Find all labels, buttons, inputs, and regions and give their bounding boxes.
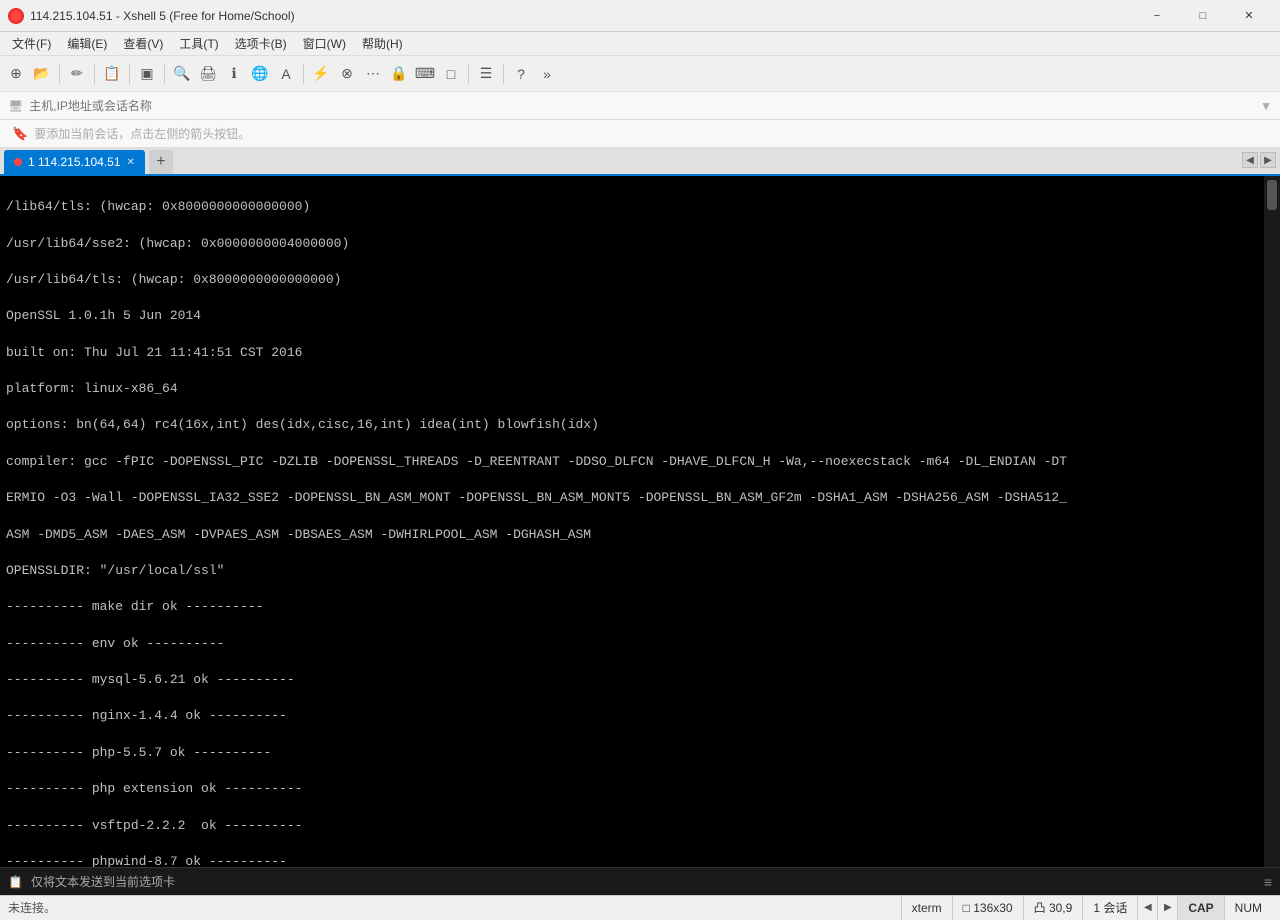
status-nav-left[interactable]: ◀ bbox=[1137, 896, 1157, 920]
sessions-button[interactable]: 📋 bbox=[100, 62, 124, 86]
close-button[interactable]: ✕ bbox=[1226, 0, 1272, 32]
menu-file[interactable]: 文件(F) bbox=[4, 33, 59, 54]
address-bar: 🖥 ▼ bbox=[0, 92, 1280, 120]
status-connection: 未连接。 bbox=[8, 899, 901, 916]
toolbar-divider-6 bbox=[468, 64, 469, 84]
input-bar: 📋 仅将文本发送到当前选项卡 ≡ bbox=[0, 867, 1280, 895]
status-position: 凸 30,9 bbox=[1023, 896, 1083, 920]
terminal-line: ERMIO -O3 -Wall -DOPENSSL_IA32_SSE2 -DOP… bbox=[6, 489, 1258, 507]
tab-nav-right[interactable]: ▶ bbox=[1260, 152, 1276, 168]
nav-button[interactable]: ☰ bbox=[474, 62, 498, 86]
tab-bar: 1 114.215.104.51 ✕ + ◀ ▶ bbox=[0, 148, 1280, 176]
terminal-line: ---------- make dir ok ---------- bbox=[6, 598, 1258, 616]
status-sessions: 1 会话 bbox=[1082, 896, 1137, 920]
terminal-line: OPENSSLDIR: "/usr/local/ssl" bbox=[6, 562, 1258, 580]
terminal-line: ---------- nginx-1.4.4 ok ---------- bbox=[6, 707, 1258, 725]
tab-status-dot bbox=[14, 158, 22, 166]
open-button[interactable]: 📂 bbox=[30, 62, 54, 86]
terminal-line: OpenSSL 1.0.1h 5 Jun 2014 bbox=[6, 307, 1258, 325]
tab-navigation: ◀ ▶ bbox=[1242, 152, 1276, 168]
status-cap: CAP bbox=[1177, 896, 1223, 920]
tab-nav-left[interactable]: ◀ bbox=[1242, 152, 1258, 168]
terminal-line: compiler: gcc -fPIC -DOPENSSL_PIC -DZLIB… bbox=[6, 453, 1258, 471]
print-button[interactable]: 🖨 bbox=[196, 62, 220, 86]
menu-tab[interactable]: 选项卡(B) bbox=[227, 33, 295, 54]
toolbar: ⊕ 📂 ✏ 📋 ▣ 🔍 🖨 ℹ 🌐 A ⚡ ⊗ ⋯ 🔒 ⌨ □ ☰ ? » bbox=[0, 56, 1280, 92]
tab-label: 1 114.215.104.51 bbox=[28, 155, 121, 169]
toolbar-divider-4 bbox=[164, 64, 165, 84]
terminal-line: ---------- vsftpd-2.2.2 ok ---------- bbox=[6, 817, 1258, 835]
menu-window[interactable]: 窗口(W) bbox=[295, 33, 354, 54]
menu-help[interactable]: 帮助(H) bbox=[354, 33, 411, 54]
active-tab[interactable]: 1 114.215.104.51 ✕ bbox=[4, 150, 145, 174]
lock-button[interactable]: 🔒 bbox=[387, 62, 411, 86]
more-button[interactable]: » bbox=[535, 62, 559, 86]
terminal-line: ASM -DMD5_ASM -DAES_ASM -DVPAES_ASM -DBS… bbox=[6, 526, 1258, 544]
status-nav-right[interactable]: ▶ bbox=[1157, 896, 1177, 920]
address-icon: 🖥 bbox=[8, 99, 23, 113]
terminal-line: options: bn(64,64) rc4(16x,int) des(idx,… bbox=[6, 416, 1258, 434]
status-num: NUM bbox=[1224, 896, 1272, 920]
address-input[interactable] bbox=[29, 99, 1254, 113]
status-terminal-type: xterm bbox=[901, 896, 952, 920]
toolbar-divider-5 bbox=[303, 64, 304, 84]
add-tab-button[interactable]: + bbox=[149, 150, 173, 174]
minimize-button[interactable]: − bbox=[1134, 0, 1180, 32]
font-button[interactable]: A bbox=[274, 62, 298, 86]
status-dimensions: □ 136x30 bbox=[952, 896, 1023, 920]
menu-view[interactable]: 查看(V) bbox=[115, 33, 171, 54]
toolbar-divider-7 bbox=[503, 64, 504, 84]
terminal-line: ---------- env ok ---------- bbox=[6, 635, 1258, 653]
keyboard-button[interactable]: ⌨ bbox=[413, 62, 437, 86]
menu-tools[interactable]: 工具(T) bbox=[171, 33, 226, 54]
disconnect-button[interactable]: ⊗ bbox=[335, 62, 359, 86]
session-hint: 🔖 要添加当前会话，点击左侧的箭头按钮。 bbox=[0, 120, 1280, 148]
window-controls: − □ ✕ bbox=[1134, 0, 1272, 32]
terminal-line: ---------- php extension ok ---------- bbox=[6, 780, 1258, 798]
pencil-button[interactable]: ✏ bbox=[65, 62, 89, 86]
terminal-line: /lib64/tls: (hwcap: 0x8000000000000000) bbox=[6, 198, 1258, 216]
copy-button[interactable]: ▣ bbox=[135, 62, 159, 86]
app-icon bbox=[8, 8, 24, 24]
title-bar: 114.215.104.51 - Xshell 5 (Free for Home… bbox=[0, 0, 1280, 32]
status-bar: 未连接。 xterm □ 136x30 凸 30,9 1 会话 ◀ ▶ CAP … bbox=[0, 895, 1280, 919]
title-text: 114.215.104.51 - Xshell 5 (Free for Home… bbox=[30, 9, 1134, 23]
address-dropdown-icon[interactable]: ▼ bbox=[1260, 99, 1272, 113]
terminal-scrollbar[interactable] bbox=[1264, 176, 1280, 867]
terminal-line: ---------- php-5.5.7 ok ---------- bbox=[6, 744, 1258, 762]
terminal-output[interactable]: /lib64/tls: (hwcap: 0x8000000000000000) … bbox=[0, 176, 1264, 867]
menu-bar: 文件(F) 编辑(E) 查看(V) 工具(T) 选项卡(B) 窗口(W) 帮助(… bbox=[0, 32, 1280, 56]
hint-icon: 🔖 bbox=[12, 126, 28, 142]
hint-text: 要添加当前会话，点击左侧的箭头按钮。 bbox=[34, 125, 250, 142]
terminal-line: built on: Thu Jul 21 11:41:51 CST 2016 bbox=[6, 344, 1258, 362]
input-bar-label: 仅将文本发送到当前选项卡 bbox=[31, 873, 175, 890]
find-button[interactable]: 🔍 bbox=[170, 62, 194, 86]
box-button[interactable]: □ bbox=[439, 62, 463, 86]
toolbar-divider-3 bbox=[129, 64, 130, 84]
expand-button[interactable]: ≡ bbox=[1264, 874, 1272, 890]
menu-edit[interactable]: 编辑(E) bbox=[59, 33, 115, 54]
terminal-wrapper: /lib64/tls: (hwcap: 0x8000000000000000) … bbox=[0, 176, 1280, 867]
terminal-line: /usr/lib64/sse2: (hwcap: 0x0000000004000… bbox=[6, 235, 1258, 253]
paste-down-button[interactable]: ℹ bbox=[222, 62, 246, 86]
globe-button[interactable]: 🌐 bbox=[248, 62, 272, 86]
input-icon: 📋 bbox=[8, 875, 23, 889]
status-right-panel: xterm □ 136x30 凸 30,9 1 会话 ◀ ▶ CAP NUM bbox=[901, 896, 1272, 920]
toolbar-divider-2 bbox=[94, 64, 95, 84]
terminal-line: ---------- phpwind-8.7 ok ---------- bbox=[6, 853, 1258, 867]
plug-button[interactable]: ⚡ bbox=[309, 62, 333, 86]
terminal-line: platform: linux-x86_64 bbox=[6, 380, 1258, 398]
toolbar-divider-1 bbox=[59, 64, 60, 84]
terminal-line: /usr/lib64/tls: (hwcap: 0x80000000000000… bbox=[6, 271, 1258, 289]
new-session-button[interactable]: ⊕ bbox=[4, 62, 28, 86]
tab-close-button[interactable]: ✕ bbox=[127, 157, 135, 168]
maximize-button[interactable]: □ bbox=[1180, 0, 1226, 32]
scrollbar-thumb[interactable] bbox=[1267, 180, 1277, 210]
help-button[interactable]: ? bbox=[509, 62, 533, 86]
terminal-line: ---------- mysql-5.6.21 ok ---------- bbox=[6, 671, 1258, 689]
grid-button[interactable]: ⋯ bbox=[361, 62, 385, 86]
